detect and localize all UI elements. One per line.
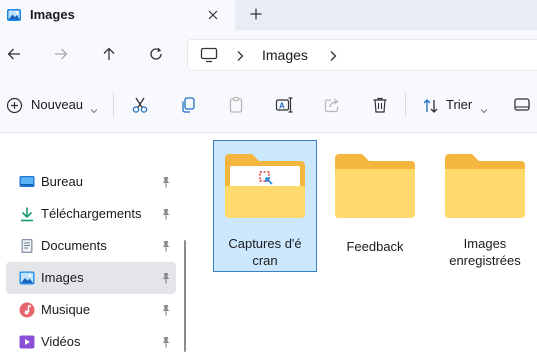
folder-label: Feedback (325, 238, 425, 255)
chevron-right-icon[interactable] (328, 49, 338, 67)
chevron-down-icon (480, 101, 488, 119)
arrow-right-icon[interactable] (53, 46, 69, 62)
folder-label-line: Captures d'é (228, 236, 302, 251)
folder-label-line: Feedback (346, 239, 404, 254)
copy-icon[interactable] (179, 96, 197, 114)
refresh-icon[interactable] (148, 46, 164, 62)
folder-label-line: cran (252, 253, 278, 268)
sidebar-item-label: Téléchargements (41, 206, 142, 221)
folder-screenshots-icon (222, 152, 308, 225)
folder-label: Captures d'é cran (215, 235, 315, 269)
desktop-icon (19, 174, 35, 190)
sidebar-item-label: Bureau (41, 174, 83, 189)
chevron-right-icon[interactable] (235, 49, 245, 67)
arrow-left-icon[interactable] (6, 46, 22, 62)
pictures-icon (19, 270, 35, 286)
view-icon[interactable] (513, 96, 531, 119)
sort-button-label: Trier (446, 97, 473, 112)
pin-icon[interactable] (161, 175, 171, 193)
folder-item[interactable]: Images enregistrées (433, 140, 537, 272)
folder-icon (332, 152, 418, 225)
rename-icon[interactable]: A (275, 96, 293, 114)
folder-label-line: Images (463, 236, 507, 251)
pictures-icon (6, 7, 22, 28)
share-icon[interactable] (323, 96, 341, 114)
documents-icon (19, 238, 35, 254)
pin-icon[interactable] (161, 335, 171, 353)
music-icon (19, 302, 35, 318)
new-button-label: Nouveau (31, 97, 84, 112)
sidebar-scrollbar[interactable] (184, 240, 186, 352)
cut-icon[interactable] (131, 96, 149, 114)
breadcrumb-images[interactable]: Images (262, 47, 308, 63)
navigation-pane: Bureau Téléchargements Documents Images … (0, 133, 178, 352)
sidebar-item-label: Vidéos (41, 334, 81, 349)
computer-icon (200, 47, 218, 68)
sidebar-item-documents[interactable]: Documents (6, 230, 176, 262)
delete-icon[interactable] (371, 96, 389, 114)
pin-icon[interactable] (161, 271, 171, 289)
folder-label: Images enregistrées (435, 235, 535, 269)
tab-images[interactable]: Images (0, 0, 235, 30)
pin-icon[interactable] (161, 303, 171, 321)
sort-icon (422, 97, 440, 120)
plus-circle-icon (6, 97, 23, 119)
download-icon (19, 206, 35, 222)
sidebar-item-label: Images (41, 270, 84, 285)
sidebar-item-videos[interactable]: Vidéos (6, 326, 176, 358)
sidebar-item-label: Documents (41, 238, 107, 253)
folder-item[interactable]: Feedback (323, 140, 427, 272)
sidebar-item-musique[interactable]: Musique (6, 294, 176, 326)
sidebar-item-images[interactable]: Images (6, 262, 176, 294)
separator (405, 93, 406, 117)
file-list: Captures d'é cran Feedback Images enregi… (190, 133, 537, 352)
close-icon[interactable] (207, 8, 219, 26)
sidebar-item-telechargements[interactable]: Téléchargements (6, 198, 176, 230)
folder-icon (442, 152, 528, 225)
tab-title: Images (30, 7, 75, 22)
svg-text:A: A (279, 102, 285, 111)
arrow-up-icon[interactable] (101, 46, 117, 62)
paste-icon[interactable] (227, 96, 245, 114)
title-bar: Images (0, 0, 537, 30)
videos-icon (19, 334, 35, 350)
separator (113, 93, 114, 117)
folder-item[interactable]: Captures d'é cran (213, 140, 317, 272)
command-bar: Nouveau A Trier (0, 78, 537, 133)
pin-icon[interactable] (161, 207, 171, 225)
folder-label-line: enregistrées (449, 253, 521, 268)
sidebar-item-bureau[interactable]: Bureau (6, 166, 176, 198)
chevron-down-icon (90, 101, 98, 119)
plus-icon[interactable] (249, 7, 263, 26)
navigation-bar: Images (0, 30, 537, 78)
pin-icon[interactable] (161, 239, 171, 257)
address-bar[interactable]: Images (187, 39, 537, 71)
sidebar-item-label: Musique (41, 302, 91, 317)
